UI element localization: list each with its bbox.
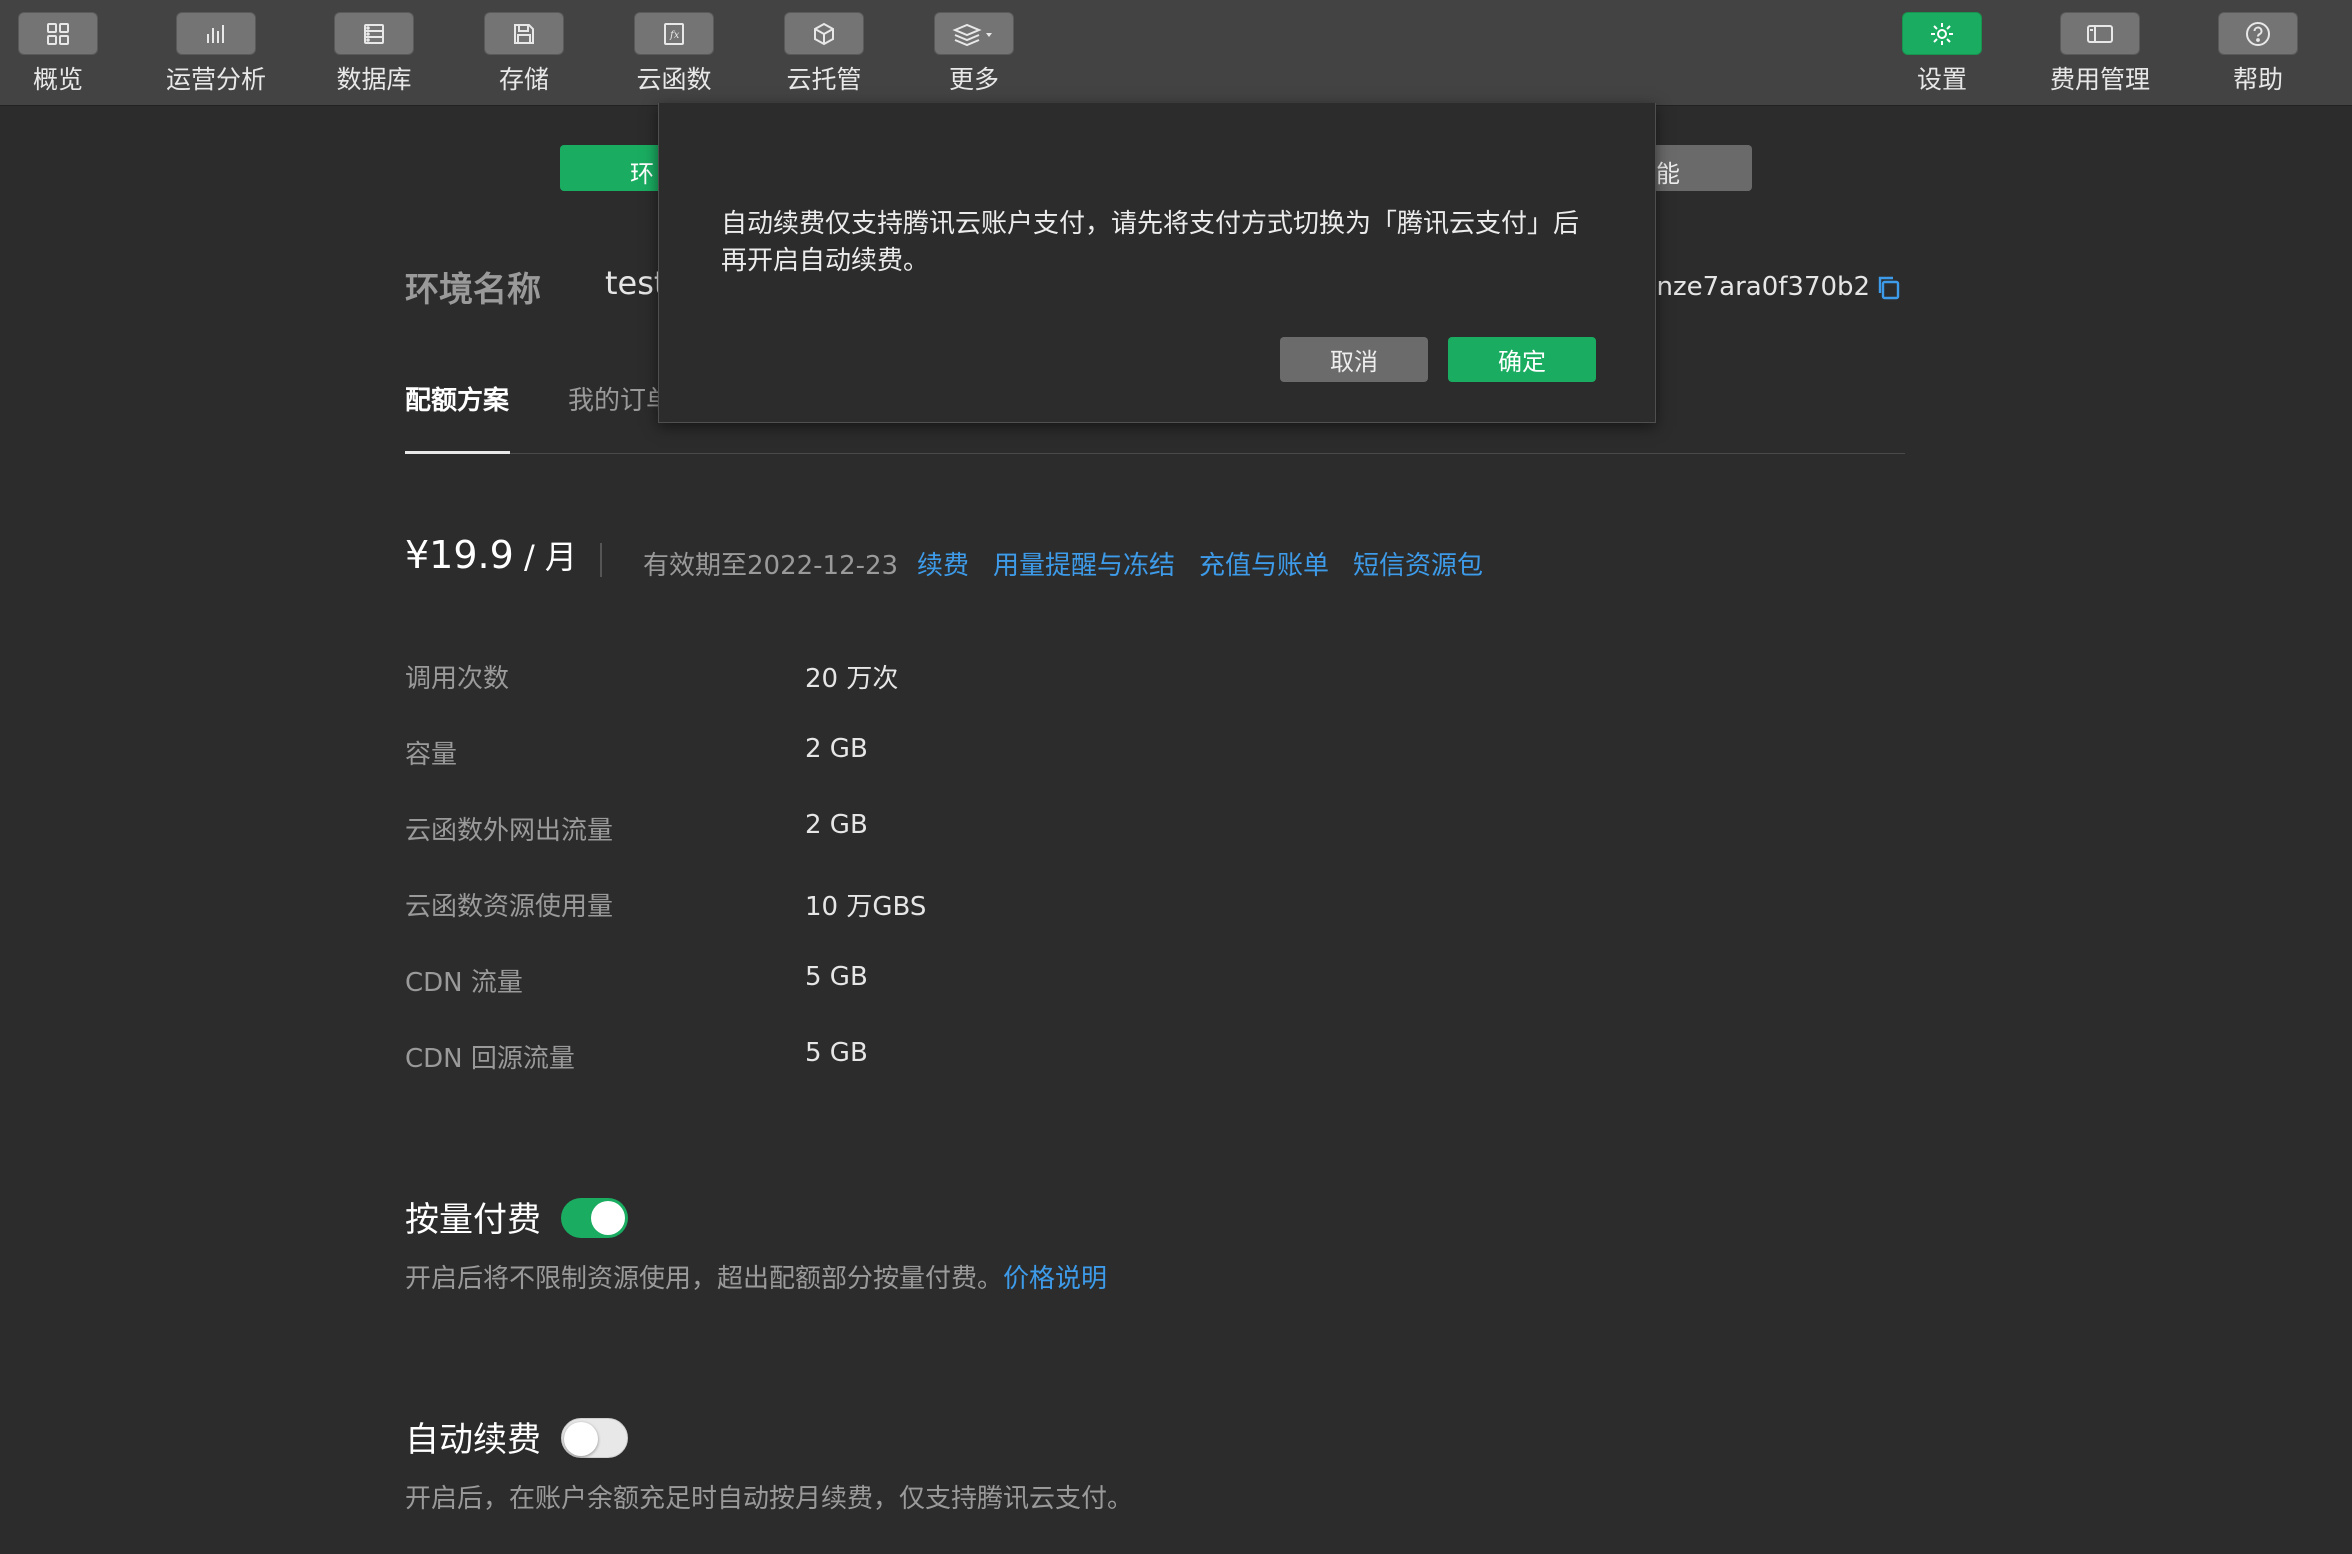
price-unit: / 月 <box>513 538 577 576</box>
toolbar-item-hosting[interactable]: 云托管 <box>744 0 904 105</box>
autorenew-desc: 开启后，在账户余额充足时自动按月续费，仅支持腾讯云支付。 <box>405 1484 1134 1514</box>
quota-label: 容量 <box>405 740 458 770</box>
renew-link[interactable]: 续费 <box>917 545 969 582</box>
overview-button[interactable] <box>18 12 98 55</box>
quota-label: CDN 回源流量 <box>405 1044 575 1074</box>
toolbar-label: 设置 <box>1916 65 1967 94</box>
payg-title: 按量付费 <box>405 1200 541 1240</box>
quota-label: CDN 流量 <box>405 968 523 998</box>
hosting-button[interactable] <box>784 12 864 55</box>
toolbar-item-database[interactable]: 数据库 <box>294 0 454 105</box>
quota-label: 调用次数 <box>405 664 510 694</box>
tab-my-orders[interactable]: 我的订单 <box>568 380 672 417</box>
toolbar-label: 更多 <box>948 65 999 94</box>
toggle-knob <box>564 1422 598 1456</box>
toolbar-label: 数据库 <box>336 65 412 94</box>
database-button[interactable] <box>334 12 414 55</box>
toggle-knob <box>591 1201 625 1235</box>
toolbar-label: 费用管理 <box>2049 65 2150 94</box>
database-icon <box>364 23 384 44</box>
quota-value: 2 GB <box>805 810 868 840</box>
more-button[interactable] <box>934 12 1014 55</box>
bar-chart-icon <box>207 24 224 43</box>
quota-value: 2 GB <box>805 734 868 764</box>
tab-quota-plan[interactable]: 配额方案 <box>405 380 509 417</box>
quota-label: 云函数资源使用量 <box>405 892 614 922</box>
env-tab-label: 环 <box>630 160 654 188</box>
toolbar-item-settings[interactable]: 设置 <box>1862 0 2022 105</box>
env-name-label: 环境名称 <box>405 270 541 310</box>
autorenew-title: 自动续费 <box>405 1420 541 1460</box>
toolbar-label: 运营分析 <box>165 65 266 94</box>
toolbar-label: 存储 <box>498 65 549 94</box>
toolbar-item-functions[interactable]: fx 云函数 <box>594 0 754 105</box>
grid-icon <box>47 22 69 45</box>
price-amount: ¥19.9 <box>405 533 514 577</box>
save-icon <box>514 23 534 44</box>
copy-icon[interactable] <box>1877 274 1903 306</box>
recharge-bill-link[interactable]: 充值与账单 <box>1199 545 1329 582</box>
dialog-message: 自动续费仅支持腾讯云账户支付，请先将支付方式切换为「腾讯云支付」后再开启自动续费… <box>721 209 1580 276</box>
plan-expire: 有效期至2022-12-23 <box>643 551 899 581</box>
autorenew-toggle[interactable] <box>561 1418 628 1458</box>
billing-button[interactable] <box>2060 12 2140 55</box>
env-tab-label: 能 <box>1656 160 1680 188</box>
toolbar-item-more[interactable]: 更多 <box>894 0 1054 105</box>
usage-alert-link[interactable]: 用量提醒与冻结 <box>993 545 1175 582</box>
payg-toggle[interactable] <box>561 1198 628 1238</box>
top-toolbar: 概览 运营分析 数据库 存储 fx 云函数 云托管 更多 设置 费用管理 帮助 <box>0 0 2352 106</box>
storage-button[interactable] <box>484 12 564 55</box>
tab-divider <box>405 453 1905 454</box>
toolbar-label: 云函数 <box>636 65 712 94</box>
confirm-dialog: 自动续费仅支持腾讯云账户支付，请先将支付方式切换为「腾讯云支付」后再开启自动续费… <box>658 103 1656 423</box>
env-id-value: gnze7ara0f370b2 <box>1640 272 1871 302</box>
sms-package-link[interactable]: 短信资源包 <box>1353 545 1483 582</box>
toolbar-item-overview[interactable]: 概览 <box>0 0 138 105</box>
settings-button[interactable] <box>1902 12 1982 55</box>
plan-price: ¥19.9 / 月 <box>405 532 577 578</box>
cancel-button[interactable]: 取消 <box>1280 337 1428 382</box>
toolbar-item-billing[interactable]: 费用管理 <box>2020 0 2180 105</box>
help-button[interactable] <box>2218 12 2298 55</box>
payg-desc: 开启后将不限制资源使用，超出配额部分按量付费。价格说明 <box>405 1258 1107 1295</box>
layers-icon <box>952 23 992 46</box>
price-separator <box>600 543 602 577</box>
functions-button[interactable]: fx <box>634 12 714 55</box>
toolbar-label: 概览 <box>32 65 83 94</box>
quota-value: 20 万次 <box>805 664 899 694</box>
quota-label: 云函数外网出流量 <box>405 816 614 846</box>
function-icon: fx <box>664 22 684 45</box>
toolbar-item-analytics[interactable]: 运营分析 <box>136 0 296 105</box>
help-icon <box>2246 21 2270 46</box>
toolbar-label: 云托管 <box>786 65 862 94</box>
quota-value: 10 万GBS <box>805 892 927 922</box>
confirm-button[interactable]: 确定 <box>1448 337 1596 382</box>
quota-value: 5 GB <box>805 962 868 992</box>
cube-icon <box>814 22 834 45</box>
panel-icon <box>2087 24 2113 43</box>
tab-active-underline <box>405 451 510 454</box>
analytics-button[interactable] <box>176 12 256 55</box>
gear-icon <box>1931 22 1953 45</box>
price-info-link[interactable]: 价格说明 <box>1003 1264 1107 1294</box>
toolbar-item-storage[interactable]: 存储 <box>444 0 604 105</box>
toolbar-item-help[interactable]: 帮助 <box>2178 0 2338 105</box>
toolbar-label: 帮助 <box>2232 65 2283 94</box>
payg-desc-text: 开启后将不限制资源使用，超出配额部分按量付费。 <box>405 1264 1004 1294</box>
quota-value: 5 GB <box>805 1038 868 1068</box>
svg-text:fx: fx <box>669 30 680 41</box>
